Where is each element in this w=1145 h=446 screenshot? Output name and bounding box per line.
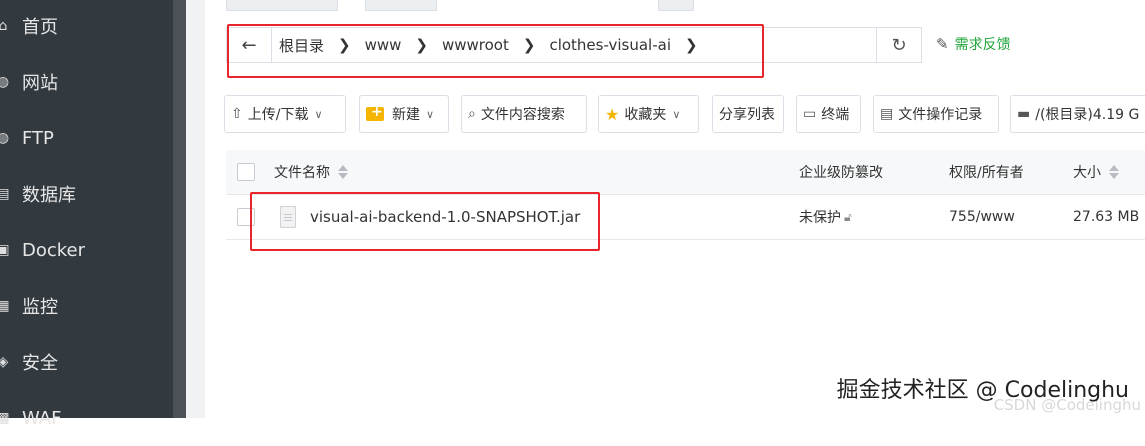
- sidebar-item-label: 首页: [22, 17, 58, 38]
- favorites-label: 收藏夹: [624, 107, 667, 123]
- sidebar-item-label: Docker: [22, 239, 86, 261]
- shield-icon: ◈: [0, 354, 9, 370]
- sidebar-item-docker[interactable]: ▣ Docker: [0, 222, 173, 278]
- sidebar-item-security[interactable]: ◈ 安全: [0, 334, 173, 390]
- sidebar: ⌂ 首页 ◍ 网站 ◍ FTP ▤ 数据库 ▣ Docker ▦ 监控 ◈ 安全…: [0, 0, 173, 429]
- sort-icon: [338, 165, 348, 179]
- sidebar-item-home[interactable]: ⌂ 首页: [0, 0, 173, 54]
- monitor-icon: ▦: [0, 298, 10, 314]
- sidebar-item-label: 数据库: [22, 185, 76, 206]
- disk-button[interactable]: ▬ /(根目录)4.19 G: [1010, 95, 1145, 133]
- sidebar-item-label: 网站: [22, 73, 58, 94]
- unlock-icon[interactable]: 🔓︎: [844, 210, 852, 225]
- upload-icon: ⇧: [231, 106, 243, 122]
- upload-download-label: 上传/下载: [247, 107, 309, 123]
- content-search-button[interactable]: ⌕ 文件内容搜索: [461, 95, 587, 133]
- file-size: 27.63 MB: [1073, 209, 1140, 225]
- sidebar-item-label: 监控: [22, 297, 58, 318]
- share-list-label: 分享列表: [719, 107, 775, 123]
- tab-item[interactable]: [365, 0, 437, 11]
- tamper-status: 未保护: [799, 210, 841, 226]
- log-icon: ▤: [880, 106, 894, 122]
- favorites-button[interactable]: ★ 收藏夹 ∨: [598, 95, 699, 133]
- search-icon: ⌕: [468, 106, 476, 122]
- sidebar-item-monitor[interactable]: ▦ 监控: [0, 278, 173, 334]
- terminal-icon: ▭: [803, 106, 817, 122]
- column-header-label: 大小: [1073, 165, 1101, 181]
- sidebar-scrollbar[interactable]: [173, 0, 186, 418]
- terminal-label: 终端: [821, 107, 850, 123]
- tab-item[interactable]: [226, 0, 338, 11]
- firewall-icon: ▩: [0, 410, 10, 426]
- sidebar-item-ftp[interactable]: ◍ FTP: [0, 110, 173, 166]
- sidebar-item-waf[interactable]: ▩ WAF: [0, 390, 173, 446]
- feedback-label: 需求反馈: [954, 37, 1011, 53]
- operation-log-label: 文件操作记录: [898, 107, 983, 123]
- column-header-label: 企业级防篡改: [799, 165, 883, 181]
- new-button[interactable]: 新建 ∨: [359, 95, 449, 133]
- home-icon: ⌂: [0, 18, 8, 34]
- sidebar-item-database[interactable]: ▤ 数据库: [0, 166, 173, 222]
- sort-icon: [1109, 165, 1119, 179]
- chevron-down-icon: ∨: [314, 107, 323, 121]
- share-list-button[interactable]: 分享列表: [712, 95, 784, 133]
- globe-icon: ◍: [0, 130, 10, 146]
- star-icon: ★: [605, 104, 620, 124]
- feedback-link[interactable]: ✎ 需求反馈: [936, 33, 1011, 55]
- permission-owner[interactable]: 755/www: [949, 209, 1015, 225]
- content-search-label: 文件内容搜索: [480, 107, 565, 123]
- upload-download-button[interactable]: ⇧ 上传/下载 ∨: [224, 95, 346, 133]
- sidebar-item-label: WAF: [22, 407, 62, 429]
- column-header-name[interactable]: 文件名称: [274, 150, 348, 194]
- edit-icon: ✎: [936, 35, 949, 53]
- globe-icon: ◍: [0, 74, 10, 90]
- chevron-down-icon: ∨: [672, 107, 681, 121]
- column-header-label: 文件名称: [274, 165, 330, 181]
- column-header-permission: 权限/所有者: [949, 150, 1024, 194]
- highlight-box-path: [227, 24, 764, 78]
- disk-label: /(根目录)4.19 G: [1035, 107, 1140, 123]
- disk-icon: ▬: [1017, 106, 1031, 122]
- column-header-size[interactable]: 大小: [1073, 150, 1119, 194]
- chevron-down-icon: ∨: [426, 107, 435, 121]
- tab-item[interactable]: [658, 0, 694, 11]
- operation-log-button[interactable]: ▤ 文件操作记录: [873, 95, 999, 133]
- column-header-tamper: 企业级防篡改: [799, 150, 883, 194]
- sidebar-item-website[interactable]: ◍ 网站: [0, 54, 173, 110]
- sidebar-item-label: 安全: [22, 353, 58, 374]
- watermark: 掘金技术社区 @ Codelinghu: [836, 378, 1129, 403]
- refresh-button[interactable]: ↻: [876, 28, 921, 62]
- new-folder-icon: [366, 104, 384, 121]
- table-header: 文件名称 企业级防篡改 权限/所有者 大小: [226, 150, 1145, 195]
- size-cell: 27.63 MB: [1073, 195, 1139, 239]
- sidebar-item-label: FTP: [22, 127, 54, 149]
- refresh-icon: ↻: [891, 34, 907, 56]
- highlight-box-file: [250, 192, 600, 251]
- database-icon: ▤: [0, 186, 10, 202]
- docker-icon: ▣: [0, 242, 10, 258]
- permission-cell[interactable]: 755/www: [949, 195, 1015, 239]
- new-label: 新建: [392, 107, 420, 123]
- tamper-cell[interactable]: 未保护 🔓︎: [799, 195, 852, 239]
- column-header-label: 权限/所有者: [949, 165, 1024, 181]
- terminal-button[interactable]: ▭ 终端: [796, 95, 861, 133]
- select-all-checkbox[interactable]: [237, 163, 255, 181]
